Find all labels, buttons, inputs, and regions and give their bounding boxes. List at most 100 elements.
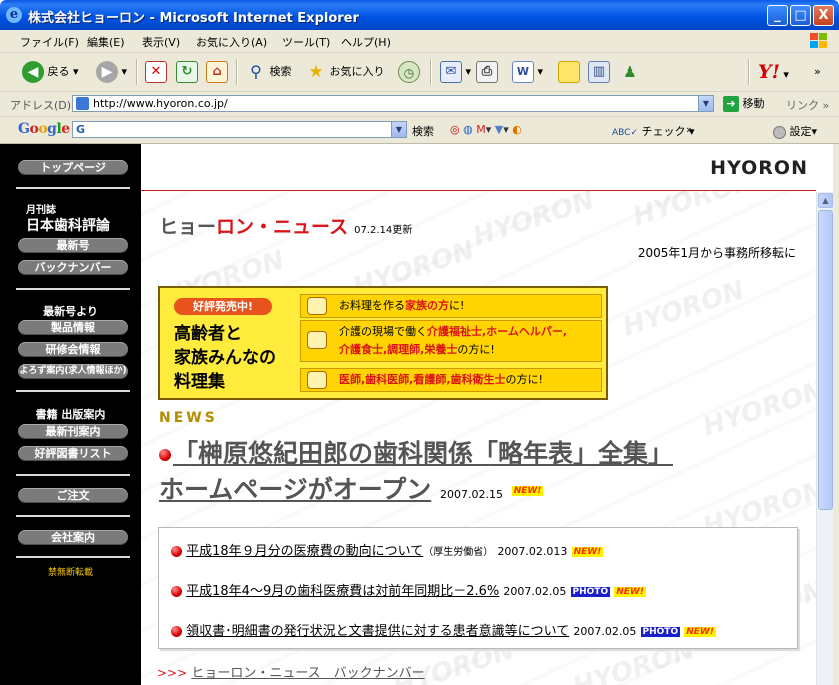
forward-arrow-icon: ▶ <box>96 61 118 83</box>
links-button[interactable]: リンク » <box>786 97 829 113</box>
from-latest-heading: 最新号より <box>43 305 98 318</box>
menu-file[interactable]: ファイル(F) <box>20 34 79 50</box>
nav-order[interactable]: ご注文 <box>18 488 128 503</box>
spellcheck-icon: ABC✓ <box>612 128 638 138</box>
new-badge: NEW! <box>614 586 646 597</box>
mail-icon: ✉ <box>440 61 462 83</box>
toolbar-more-button[interactable]: » <box>814 61 821 83</box>
red-bullet-icon <box>171 586 182 597</box>
nav-back-numbers[interactable]: バックナンバー <box>18 260 128 275</box>
messenger-button[interactable]: ♟ <box>620 61 640 83</box>
favorites-label: お気に入り <box>329 65 385 78</box>
news-link[interactable]: 領収書･明細書の発行状況と文書提供に対する患者意識等について <box>186 624 569 639</box>
history-button[interactable]: ◷ <box>398 61 420 83</box>
google-search-button[interactable]: 検索 <box>412 123 434 139</box>
google-tool-icons[interactable]: ◎ ◍ M▾ ▼▾ ◐ <box>450 123 522 136</box>
main-content: HYORON HYORON HYORON HYORON HYORON HYORO… <box>141 144 816 685</box>
research-button[interactable]: ▥ <box>588 61 610 83</box>
menu-edit[interactable]: 編集(E) <box>87 34 125 50</box>
updated-date: 07.2.14更新 <box>354 225 413 236</box>
maximize-button[interactable]: □ <box>790 5 811 26</box>
vertical-scrollbar[interactable]: ▲ <box>816 192 834 685</box>
stop-button[interactable]: ✕ <box>145 61 167 83</box>
yahoo-button[interactable]: Y! ▾ <box>758 61 789 83</box>
news-date: 2007.02.05 <box>573 625 637 638</box>
pot-icon <box>307 297 327 315</box>
nav-seminars[interactable]: 研修会情報 <box>18 342 128 357</box>
nav-new-books[interactable]: 最新刊案内 <box>18 424 128 439</box>
cookbook-banner[interactable]: 好評発売中! 高齢者と 家族みんなの 料理集 お料理を作る家族の方に! 介護の現… <box>158 286 608 400</box>
research-icon: ▥ <box>588 61 610 83</box>
news-link[interactable]: 平成18年4～9月の歯科医療費は対前年同期比－2.6% <box>186 584 499 599</box>
search-button[interactable]: ⚲ 検索 <box>246 61 291 83</box>
google-dropdown-icon[interactable]: ▼ <box>391 121 407 138</box>
home-button[interactable]: ⌂ <box>206 61 228 83</box>
yahoo-label: Y! <box>758 61 780 83</box>
note-button[interactable] <box>558 61 580 83</box>
headline-link-line2[interactable]: ホームページがオープン <box>159 475 431 504</box>
scroll-thumb[interactable] <box>818 210 833 510</box>
google-logo[interactable]: Google <box>18 121 70 137</box>
menu-help[interactable]: ヘルプ(H) <box>341 34 391 50</box>
go-button[interactable]: ➔ 移動 <box>723 95 765 113</box>
watermark: HYORON <box>699 375 816 443</box>
nav-top-page[interactable]: トップページ <box>18 160 128 175</box>
title-bar: e 株式会社ヒョーロン - Microsoft Internet Explore… <box>0 0 839 30</box>
nav-jobs[interactable]: よろず案内(求人情報ほか) <box>18 364 128 379</box>
close-button[interactable]: X <box>813 5 834 26</box>
address-label: アドレス(D) <box>10 99 72 112</box>
news-back-numbers-link[interactable]: ヒョーロン・ニュース バックナンバー <box>191 666 424 681</box>
news-link[interactable]: 平成18年９月分の医療費の動向について <box>186 544 423 559</box>
links-more: » <box>822 99 830 112</box>
site-sidebar: トップページ 月刊誌 日本歯科評論 最新号 バックナンバー 最新号より 製品情報… <box>0 144 141 685</box>
web-page: トップページ 月刊誌 日本歯科評論 最新号 バックナンバー 最新号より 製品情報… <box>0 144 839 685</box>
mail-button[interactable]: ✉ ▾ <box>440 61 471 83</box>
nav-latest-issue[interactable]: 最新号 <box>18 238 128 253</box>
spellcheck-button[interactable]: ABC✓ チェック ▾ <box>612 123 695 139</box>
menu-favorites[interactable]: お気に入り(A) <box>196 34 267 50</box>
address-dropdown-icon[interactable]: ▼ <box>698 95 714 112</box>
settings-button[interactable]: 設定▾ <box>773 123 817 139</box>
go-arrow-icon: ➔ <box>723 96 739 112</box>
brand-header: HYORON <box>141 144 816 191</box>
word-icon: W <box>512 61 534 83</box>
magazine-title[interactable]: 日本歯科評論 <box>26 215 110 235</box>
banner-title: 高齢者と 家族みんなの 料理集 <box>174 324 276 392</box>
note-icon <box>558 61 580 83</box>
google-more-button[interactable]: » <box>686 123 693 136</box>
edit-button[interactable]: W ▾ <box>512 61 543 83</box>
bowl-icon <box>307 371 327 389</box>
list-item: 平成18年９月分の医療費の動向について（厚生労働省） 2007.02.013 N… <box>171 540 604 559</box>
nav-company[interactable]: 会社案内 <box>18 530 128 545</box>
on-sale-badge: 好評発売中! <box>174 298 272 315</box>
menu-tools[interactable]: ツール(T) <box>282 34 330 50</box>
scroll-up-icon[interactable]: ▲ <box>818 193 833 208</box>
headline-link-line1[interactable]: 「榊原悠紀田郎の歯科関係「略年表」全集」 <box>173 439 673 468</box>
refresh-button[interactable]: ↻ <box>176 61 198 83</box>
photo-badge: PHOTO <box>570 586 611 597</box>
minimize-button[interactable]: _ <box>767 5 788 26</box>
go-label: 移動 <box>742 97 765 110</box>
nav-popular-books[interactable]: 好評図書リスト <box>18 446 128 461</box>
news-label: NEWS <box>159 410 218 426</box>
standard-toolbar: ◀ 戻る ▾ ▶ ▾ ✕ ↻ ⌂ ⚲ 検索 ★ お気に入り ◷ ✉ ▾ ⎙ W … <box>0 53 839 92</box>
photo-badge: PHOTO <box>640 626 681 637</box>
address-input[interactable]: http://www.hyoron.co.jp/ <box>72 95 714 112</box>
nav-products[interactable]: 製品情報 <box>18 320 128 335</box>
page-icon <box>76 97 89 110</box>
menu-view[interactable]: 表示(V) <box>142 34 180 50</box>
google-field-icon: G <box>76 123 86 136</box>
forward-button[interactable]: ▶ ▾ <box>96 61 127 83</box>
home-icon: ⌂ <box>206 61 228 83</box>
favorites-button[interactable]: ★ お気に入り <box>306 61 385 83</box>
google-search-input[interactable]: G <box>72 121 407 138</box>
google-toolbar: Google G ▼ 検索 ◎ ◍ M▾ ▼▾ ◐ ABC✓ チェック ▾ » … <box>0 117 839 144</box>
hyoron-logo[interactable]: HYORON <box>710 157 808 179</box>
printer-icon: ⎙ <box>476 61 498 83</box>
back-button[interactable]: ◀ 戻る ▾ <box>22 61 79 83</box>
books-heading: 書籍 出版案内 <box>35 408 106 421</box>
news-date: 2007.02.013 <box>497 545 568 558</box>
print-button[interactable]: ⎙ <box>476 61 498 83</box>
list-item: 領収書･明細書の発行状況と文書提供に対する患者意識等について 2007.02.0… <box>171 620 716 639</box>
list-item: 平成18年4～9月の歯科医療費は対前年同期比－2.6% 2007.02.05 P… <box>171 580 646 599</box>
